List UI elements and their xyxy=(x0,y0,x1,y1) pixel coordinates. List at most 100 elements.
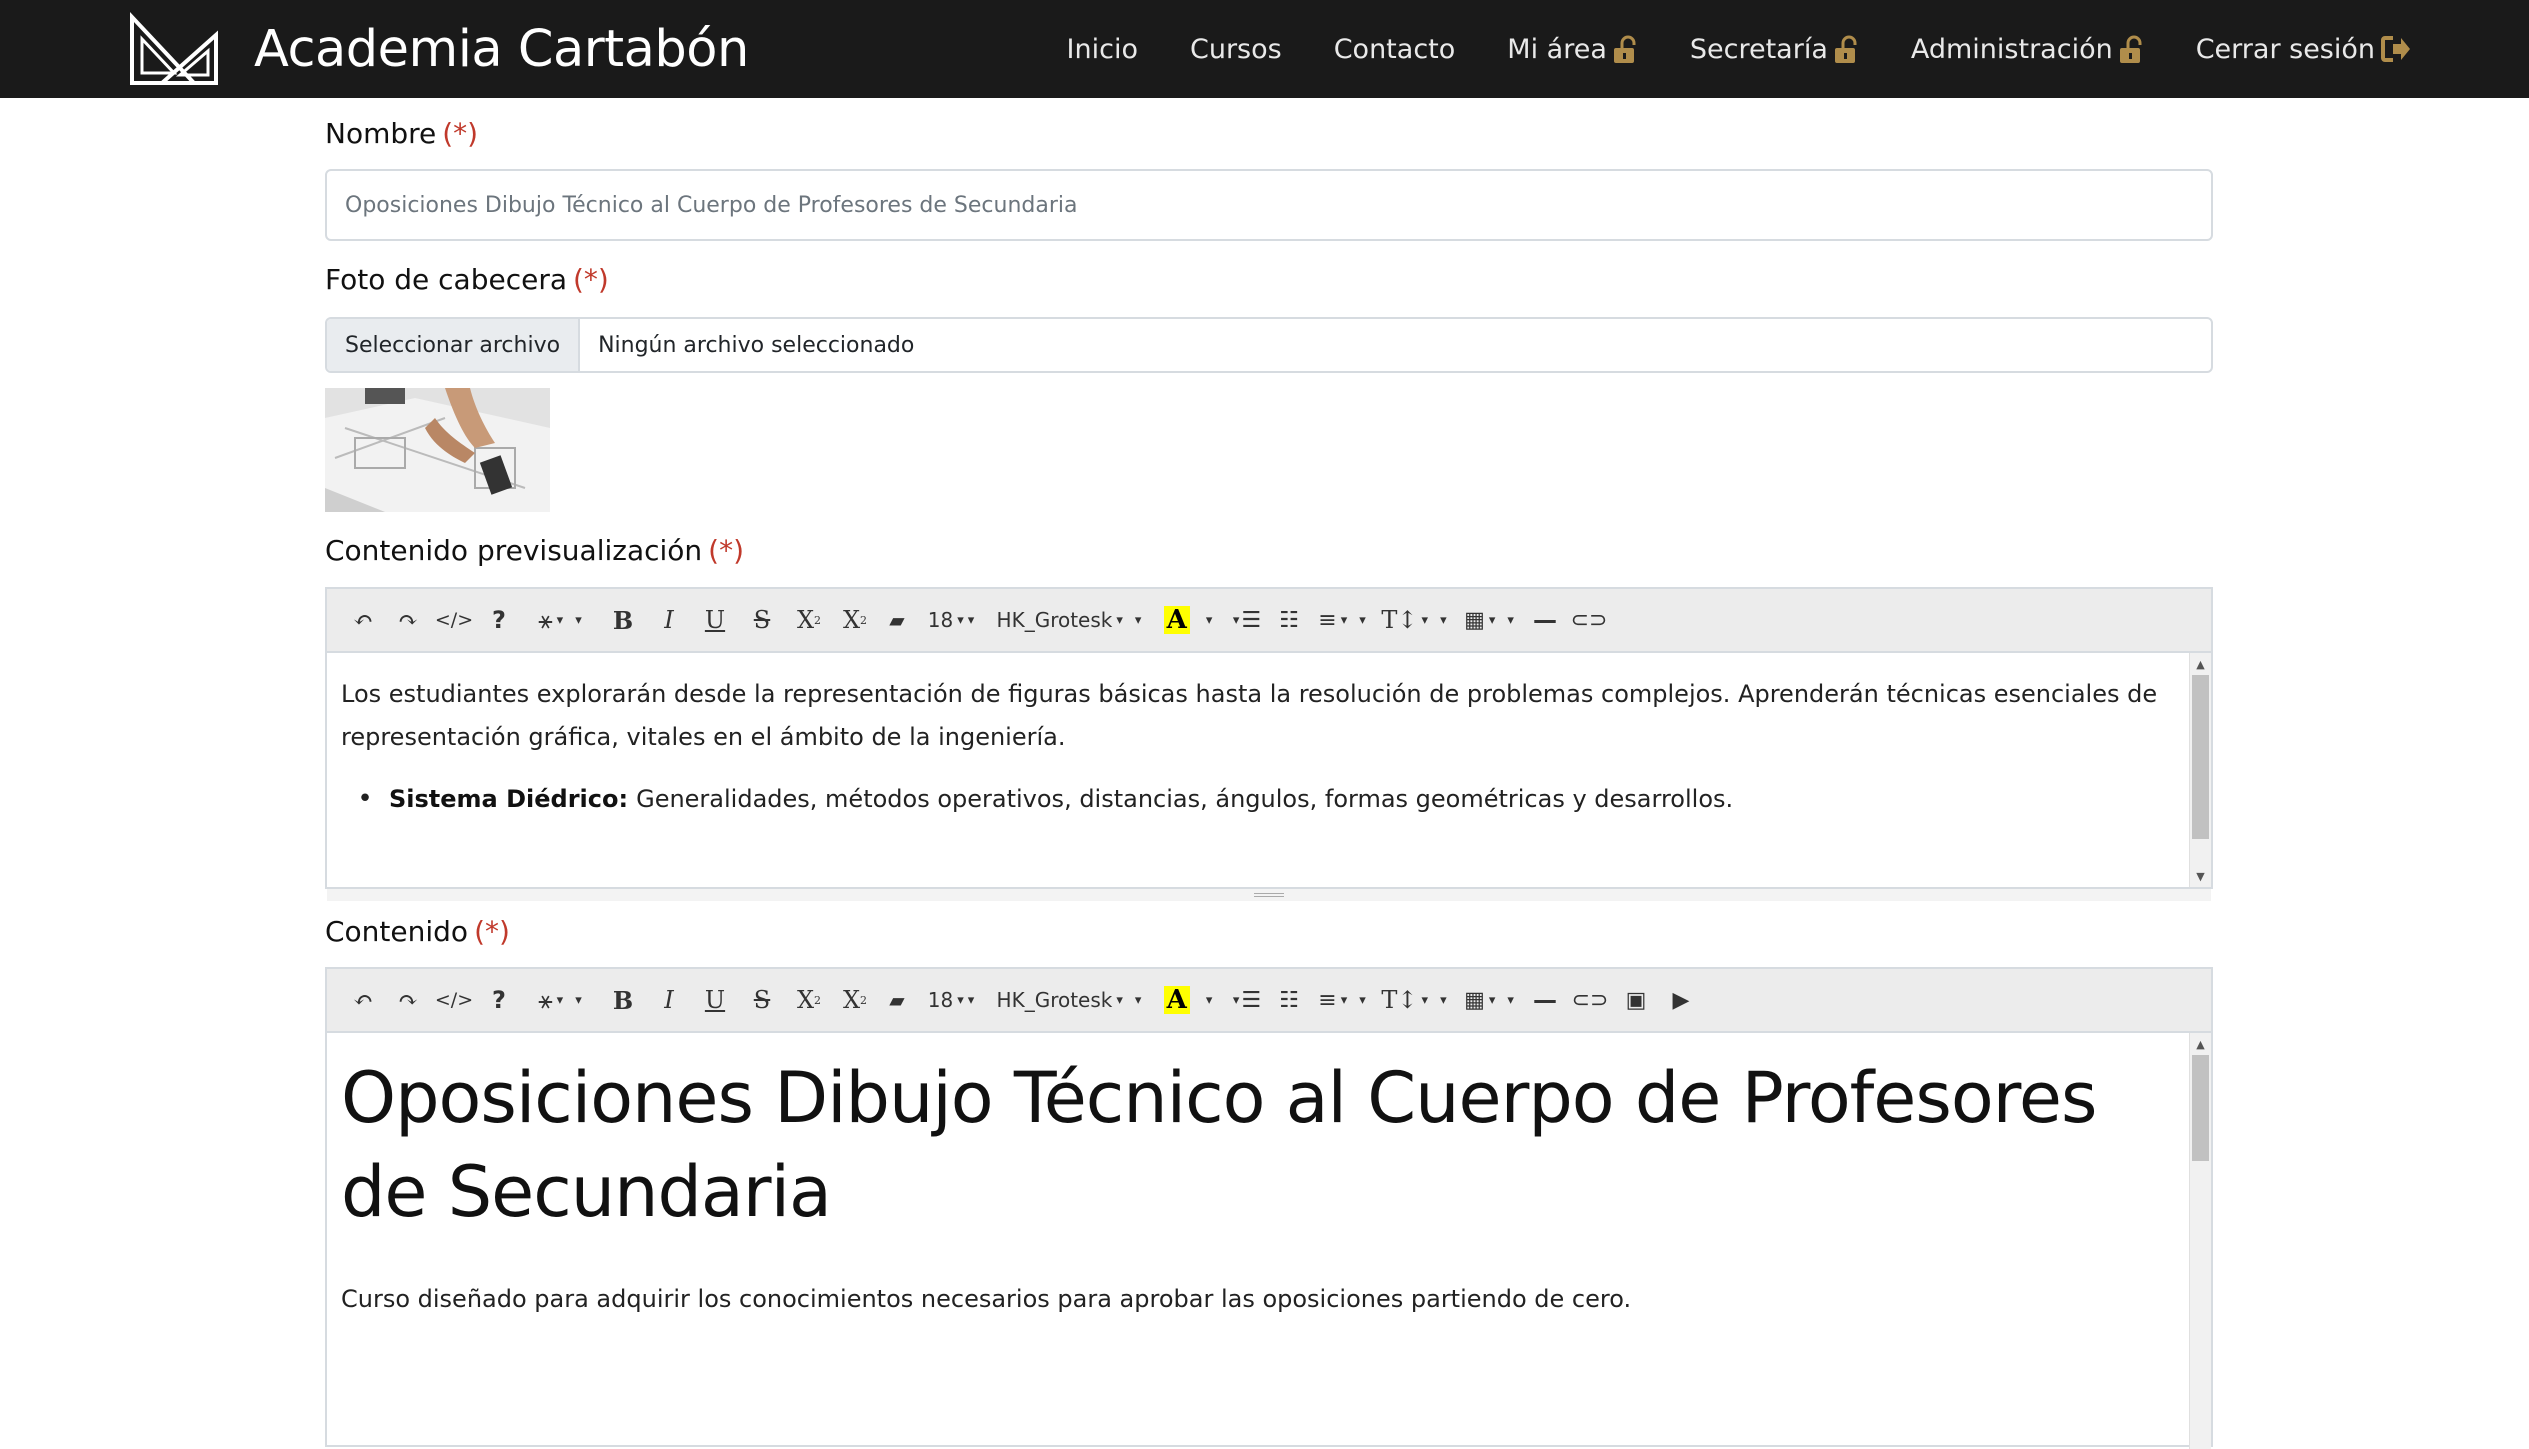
font-size-dropdown[interactable]: 18 ▾ ▾ xyxy=(917,588,985,652)
list-item-text: Sistema Diédrico: Generalidades, métodos … xyxy=(389,778,1733,821)
nav-cursos[interactable]: Cursos xyxy=(1190,34,1282,65)
image-icon[interactable]: ▣ xyxy=(1613,968,1659,1032)
nav-inicio[interactable]: Inicio xyxy=(1067,34,1138,65)
underline-icon[interactable]: U xyxy=(691,968,739,1032)
nav-cerrar-sesion[interactable]: Cerrar sesión xyxy=(2196,34,2411,65)
subscript-icon[interactable]: X2 xyxy=(833,968,877,1032)
eraser-icon[interactable]: ▰ xyxy=(877,968,917,1032)
text-color-icon: A xyxy=(1163,986,1190,1014)
scroll-up-icon[interactable]: ▲ xyxy=(2190,1033,2211,1055)
font-size-dropdown[interactable]: 18 ▾ ▾ xyxy=(917,968,985,1032)
superscript-icon[interactable]: X2 xyxy=(785,968,833,1032)
list-item: • Sistema Diédrico: Generalidades, método… xyxy=(341,778,2197,821)
highlight-color-dropdown[interactable]: A ▾ xyxy=(1153,588,1223,652)
horizontal-rule-icon[interactable]: — xyxy=(1523,588,1567,652)
line-height-icon: T↕ xyxy=(1381,606,1418,634)
superscript-icon[interactable]: X2 xyxy=(785,588,833,652)
editor-content[interactable]: Oposiciones Dibujo Técnico al Cuerpo de … xyxy=(327,1033,2211,1449)
line-height-icon: T↕ xyxy=(1381,986,1418,1014)
nav-label: Inicio xyxy=(1066,33,1138,65)
bullet-icon: • xyxy=(357,784,373,814)
scroll-thumb[interactable] xyxy=(2192,675,2209,839)
italic-icon[interactable]: I xyxy=(647,968,691,1032)
content-heading: Oposiciones Dibujo Técnico al Cuerpo de … xyxy=(341,1057,2097,1233)
magic-style-dropdown[interactable]: ⚹ ▾ ▾ xyxy=(521,588,599,652)
top-navbar: Academia Cartabón Inicio Cursos Contacto… xyxy=(0,0,2529,98)
bold-icon[interactable]: B xyxy=(599,588,647,652)
foto-label: Foto de cabecera (*) xyxy=(325,263,609,296)
font-family-dropdown[interactable]: HK_Grotesk ▾ ▾ xyxy=(985,968,1153,1032)
editor-content[interactable]: Los estudiantes explorarán desde la repr… xyxy=(327,653,2211,887)
nav-label: Secretaría xyxy=(1689,33,1828,65)
editor-scrollbar[interactable]: ▲ ▼ xyxy=(2189,653,2211,887)
font-family-dropdown[interactable]: HK_Grotesk ▾ ▾ xyxy=(985,588,1153,652)
file-input[interactable]: Seleccionar archivo Ningún archivo selec… xyxy=(325,317,2213,373)
highlight-color-dropdown[interactable]: A ▾ xyxy=(1153,968,1223,1032)
table-dropdown[interactable]: ▦ ▾ ▾ xyxy=(1455,968,1523,1032)
nav-mi-area[interactable]: Mi área xyxy=(1507,34,1638,65)
align-dropdown[interactable]: ≡ ▾ ▾ xyxy=(1311,968,1373,1032)
subscript-icon[interactable]: X2 xyxy=(833,588,877,652)
scroll-thumb[interactable] xyxy=(2192,1055,2209,1161)
font-size-value: 18 xyxy=(927,988,954,1012)
nombre-input[interactable]: Oposiciones Dibujo Técnico al Cuerpo de … xyxy=(325,169,2213,241)
numbered-list-icon[interactable]: ☷ xyxy=(1267,588,1311,652)
underline-icon[interactable]: U xyxy=(691,588,739,652)
required-mark: (*) xyxy=(442,117,479,150)
align-dropdown[interactable]: ≡ ▾ ▾ xyxy=(1311,588,1373,652)
code-view-icon[interactable]: </> xyxy=(431,588,477,652)
scroll-up-icon[interactable]: ▲ xyxy=(2190,653,2211,675)
bold-icon[interactable]: B xyxy=(599,968,647,1032)
help-icon[interactable]: ? xyxy=(477,968,521,1032)
redo-icon[interactable]: ↷ xyxy=(385,968,431,1032)
required-mark: (*) xyxy=(573,263,609,296)
brand-name: Academia Cartabón xyxy=(254,19,749,79)
unlock-icon xyxy=(1834,35,1857,63)
preview-label: Contenido previsualización (*) xyxy=(325,534,744,567)
label-text: Contenido xyxy=(325,915,469,948)
table-icon: ▦ xyxy=(1464,607,1485,633)
editor-scrollbar[interactable]: ▲ xyxy=(2189,1033,2211,1449)
italic-icon[interactable]: I xyxy=(647,588,691,652)
redo-icon[interactable]: ↷ xyxy=(385,588,431,652)
required-mark: (*) xyxy=(708,534,745,567)
line-height-dropdown[interactable]: T↕ ▾ ▾ xyxy=(1373,968,1455,1032)
help-icon[interactable]: ? xyxy=(477,588,521,652)
numbered-list-icon[interactable]: ☷ xyxy=(1267,968,1311,1032)
contenido-label: Contenido (*) xyxy=(325,915,510,948)
nav-label: Mi área xyxy=(1507,33,1607,65)
bullet-list-icon[interactable]: ▾ ☰ xyxy=(1223,968,1267,1032)
nombre-label: Nombre (*) xyxy=(325,117,478,150)
editor-resize-handle[interactable] xyxy=(327,887,2211,901)
header-photo-thumbnail xyxy=(325,388,550,512)
table-icon: ▦ xyxy=(1464,987,1485,1013)
scroll-down-icon[interactable]: ▼ xyxy=(2190,865,2211,887)
horizontal-rule-icon[interactable]: — xyxy=(1523,968,1567,1032)
select-file-button[interactable]: Seleccionar archivo xyxy=(327,319,581,371)
nav-contacto[interactable]: Contacto xyxy=(1334,34,1456,65)
bullet-text: Generalidades, métodos operativos, dista… xyxy=(636,785,1734,813)
table-dropdown[interactable]: ▦ ▾ ▾ xyxy=(1455,588,1523,652)
magic-style-dropdown[interactable]: ⚹ ▾ ▾ xyxy=(521,968,599,1032)
font-name-value: HK_Grotesk xyxy=(996,608,1113,632)
code-view-icon[interactable]: </> xyxy=(431,968,477,1032)
label-text: Foto de cabecera xyxy=(325,263,567,296)
nav-secretaria[interactable]: Secretaría xyxy=(1690,34,1859,65)
strikethrough-icon[interactable]: S xyxy=(739,588,785,652)
undo-icon[interactable]: ↶ xyxy=(341,588,385,652)
nav-administracion[interactable]: Administración xyxy=(1911,34,2144,65)
nav-label: Cursos xyxy=(1189,33,1282,65)
link-icon[interactable]: ⊂⊃ xyxy=(1567,588,1611,652)
eraser-icon[interactable]: ▰ xyxy=(877,588,917,652)
sign-out-icon xyxy=(2381,36,2410,62)
font-size-value: 18 xyxy=(927,608,954,632)
bullet-list-icon[interactable]: ▾ ☰ xyxy=(1223,588,1267,652)
undo-icon[interactable]: ↶ xyxy=(341,968,385,1032)
link-icon[interactable]: ⊂⊃ xyxy=(1567,968,1613,1032)
bullet-title: Sistema Diédrico: xyxy=(389,785,629,813)
magic-wand-icon: ⚹ xyxy=(538,986,553,1014)
brand[interactable]: Academia Cartabón xyxy=(128,8,749,90)
strikethrough-icon[interactable]: S xyxy=(739,968,785,1032)
line-height-dropdown[interactable]: T↕ ▾ ▾ xyxy=(1373,588,1455,652)
video-icon[interactable]: ▶ xyxy=(1659,968,1703,1032)
